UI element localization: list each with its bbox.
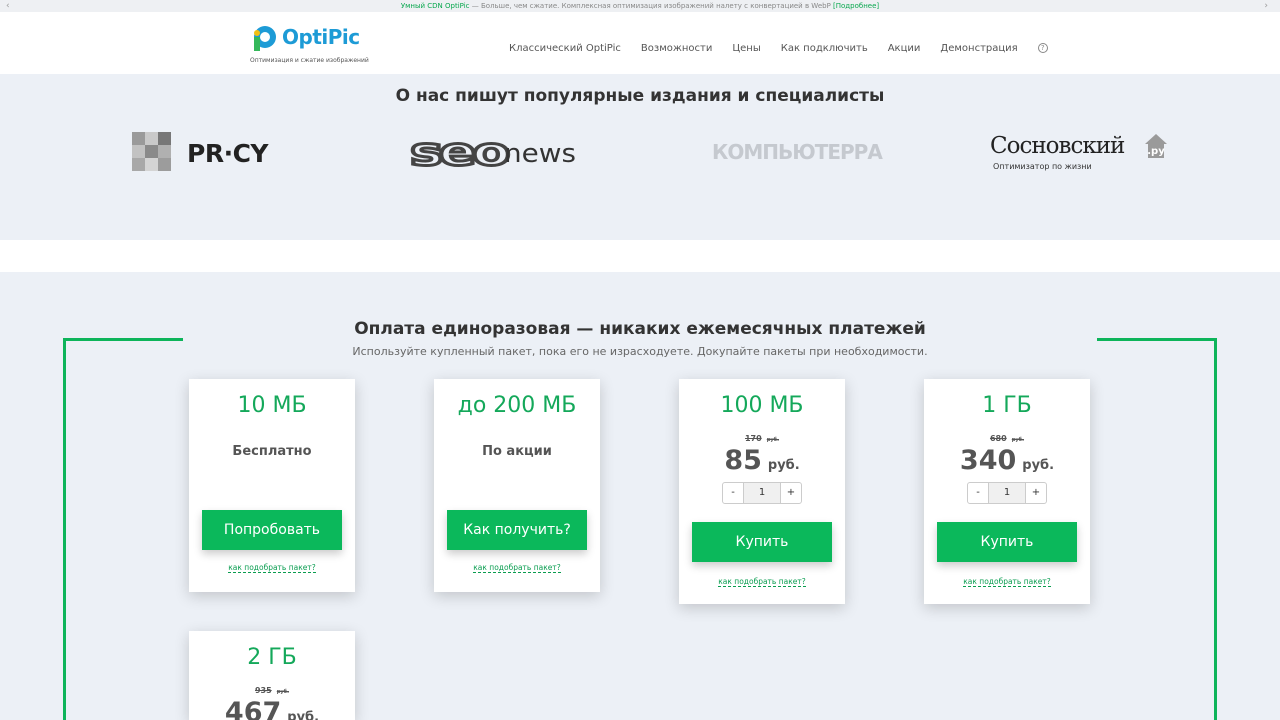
package-price: 467 руб. (189, 697, 355, 720)
price-currency: руб. (287, 710, 320, 720)
price-currency: руб. (1022, 458, 1055, 473)
prcy-logo[interactable]: PR·CY (132, 132, 272, 174)
pricing-card: 1 ГБ 680 руб. 340 руб. - 1 + Купить как п… (924, 379, 1090, 604)
choose-package-link[interactable]: как подобрать пакет? (718, 577, 806, 587)
next-arrow-icon[interactable]: › (1264, 0, 1268, 12)
pricing-card: 2 ГБ 935 руб. 467 руб. (189, 631, 355, 720)
pricing-card: 10 МБ Бесплатно Попробовать как подобрат… (189, 379, 355, 592)
old-price: 935 (254, 686, 272, 695)
pricing-card: до 200 МБ По акции Как получить? как под… (434, 379, 600, 592)
nav-promotions[interactable]: Акции (888, 43, 921, 54)
logo-name: OptiPic (282, 25, 360, 49)
quantity-field[interactable]: 1 (988, 483, 1026, 503)
sosnovsky-tagline: Оптимизатор по жизни (993, 162, 1092, 171)
prcy-logo-text: PR·CY (187, 139, 269, 168)
quantity-field[interactable]: 1 (743, 483, 781, 503)
press-title: О нас пишут популярные издания и специал… (395, 86, 885, 106)
svg-text:news: news (504, 139, 576, 169)
nav-classic[interactable]: Классический OptiPic (509, 43, 621, 54)
quantity-stepper: - 1 + (967, 482, 1047, 504)
optipic-logo-icon (254, 26, 276, 51)
old-price-currency: руб. (1011, 437, 1025, 443)
package-size: 100 МБ (720, 393, 804, 418)
computerra-logo[interactable]: КОМПЬЮТЕРРА (712, 140, 883, 166)
package-size: 10 МБ (237, 393, 307, 418)
pricing-subtitle: Используйте купленный пакет, пока его не… (352, 345, 928, 358)
buy-button[interactable]: Купить (692, 522, 832, 562)
nav-demo[interactable]: Демонстрация (940, 43, 1017, 54)
increase-button[interactable]: + (781, 483, 801, 503)
pricing-frame-right (1097, 338, 1217, 720)
increase-button[interactable]: + (1026, 483, 1046, 503)
choose-package-link[interactable]: как подобрать пакет? (473, 563, 561, 573)
pricing-card: 100 МБ 170 руб. 85 руб. - 1 + Купить как … (679, 379, 845, 604)
package-label: По акции (482, 444, 552, 459)
prev-arrow-icon[interactable]: ‹ (6, 0, 10, 12)
seonews-logo[interactable]: seo news (410, 134, 580, 174)
svg-text:seo: seo (410, 134, 509, 174)
pricing-title: Оплата единоразовая — никаких ежемесячны… (354, 319, 926, 339)
sosnovsky-name: Сосновский (990, 133, 1125, 159)
nav-features[interactable]: Возможности (641, 43, 712, 54)
main-nav: Классический OptiPic Возможности Цены Ка… (509, 43, 1048, 54)
package-label: Бесплатно (232, 444, 312, 459)
package-price: 85 руб. (724, 445, 800, 476)
package-size: 2 ГБ (247, 645, 297, 670)
nav-how-to-connect[interactable]: Как подключить (781, 43, 868, 54)
decrease-button[interactable]: - (968, 483, 988, 503)
quantity-stepper: - 1 + (722, 482, 802, 504)
old-price: 170 (744, 434, 762, 443)
decrease-button[interactable]: - (723, 483, 743, 503)
sosnovsky-domain: .ру (1147, 146, 1165, 157)
buy-button[interactable]: Купить (937, 522, 1077, 562)
choose-package-link[interactable]: как подобрать пакет? (228, 563, 316, 573)
how-to-get-button[interactable]: Как получить? (447, 510, 587, 550)
choose-package-link[interactable]: как подобрать пакет? (963, 577, 1051, 587)
old-price-currency: руб. (276, 689, 290, 695)
sosnovsky-logo[interactable]: Сосновский .ру Оптимизатор по жизни (990, 133, 1170, 178)
old-price: 680 (989, 434, 1007, 443)
announcement-bar: ‹ Умный CDN OptiPic — Больше, чем сжатие… (0, 0, 1280, 12)
announcement-text: — Больше, чем сжатие. Комплексная оптими… (469, 2, 834, 10)
pricing-frame-left (63, 338, 183, 720)
section-divider (0, 240, 1280, 272)
nav-prices[interactable]: Цены (732, 43, 760, 54)
try-button[interactable]: Попробовать (202, 510, 342, 550)
help-icon[interactable]: ? (1037, 43, 1048, 53)
package-size: до 200 МБ (457, 393, 577, 418)
announcement-more-link[interactable]: [Подробнее] (833, 2, 879, 10)
package-price: 340 руб. (959, 445, 1055, 476)
package-size: 1 ГБ (982, 393, 1032, 418)
site-header: OptiPic Оптимизация и сжатие изображений… (0, 12, 1280, 74)
price-currency: руб. (767, 458, 800, 473)
announcement-highlight[interactable]: Умный CDN OptiPic (401, 2, 470, 10)
site-logo[interactable]: OptiPic Оптимизация и сжатие изображений (250, 24, 370, 66)
logo-tagline: Оптимизация и сжатие изображений (250, 57, 369, 64)
old-price-currency: руб. (766, 437, 780, 443)
